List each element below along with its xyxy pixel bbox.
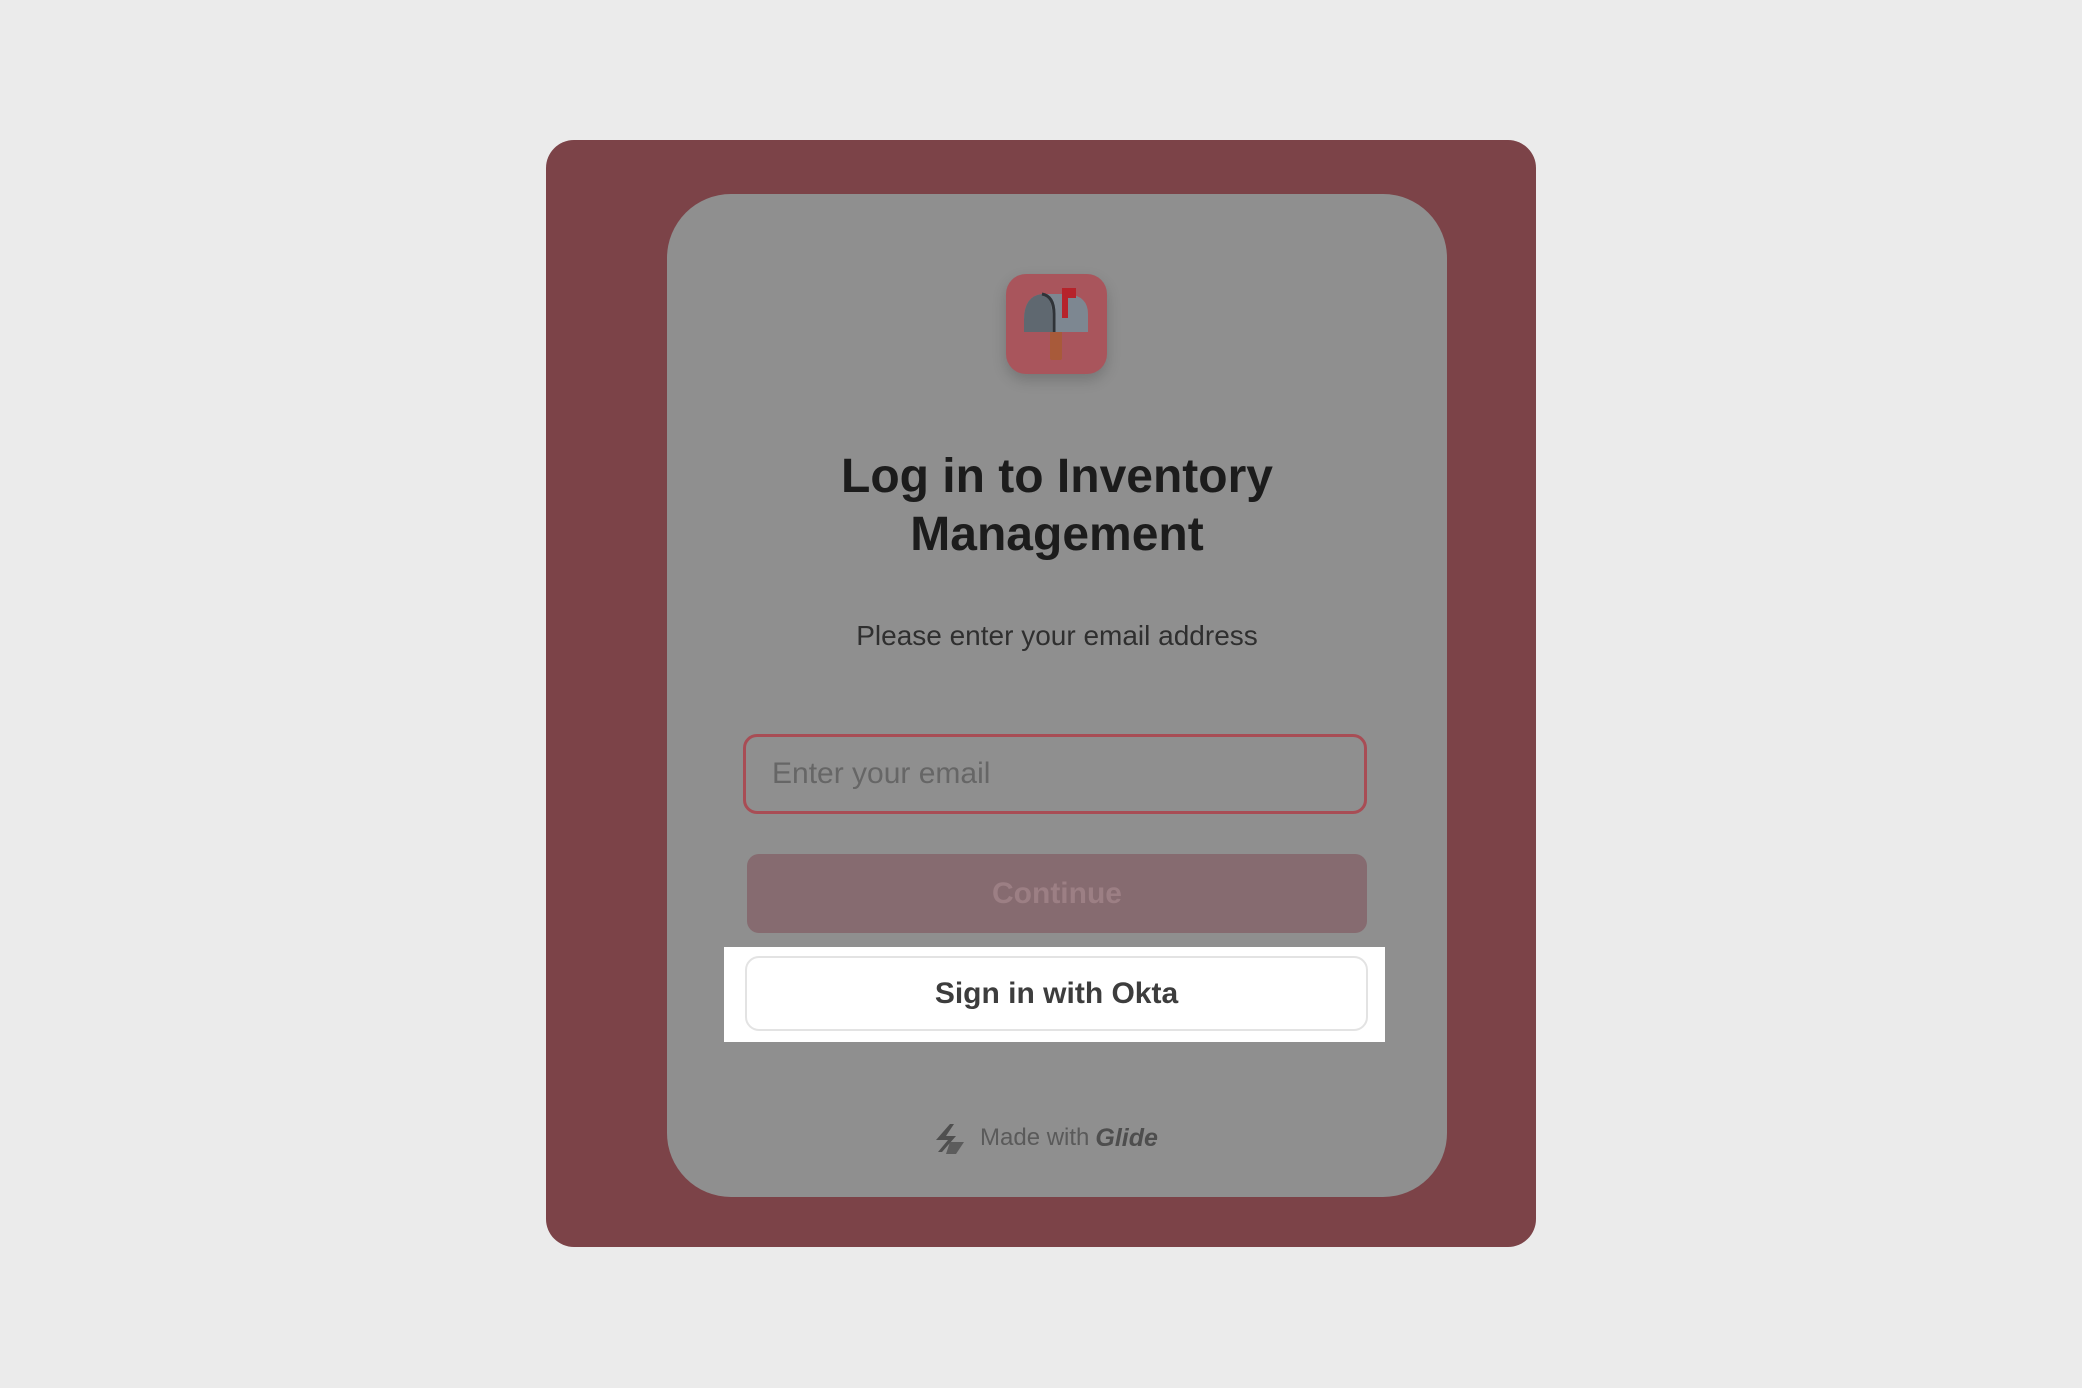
glide-logo-icon	[934, 1120, 968, 1156]
mailbox-icon	[1006, 274, 1107, 374]
okta-signin-button[interactable]: Sign in with Okta	[745, 956, 1368, 1031]
email-field[interactable]	[743, 734, 1367, 814]
glide-brand-label: Glide	[1095, 1123, 1158, 1152]
made-with-label: Made with	[980, 1124, 1090, 1151]
continue-button[interactable]: Continue	[747, 854, 1367, 933]
page-title: Log in to Inventory Management	[841, 450, 1273, 561]
page-subtitle: Please enter your email address	[856, 620, 1258, 651]
made-with-glide-badge[interactable]: Made with Glide	[934, 1120, 1158, 1156]
